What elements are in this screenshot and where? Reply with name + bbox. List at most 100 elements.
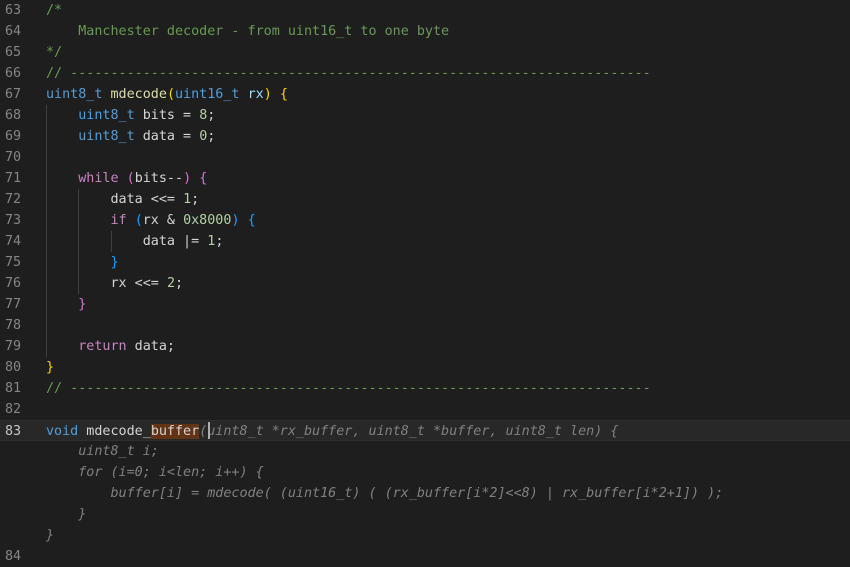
code-token: ) [231,213,240,228]
code-line[interactable]: 73 if (rx & 0x8000) { [0,210,850,231]
indent-guide [46,105,47,357]
line-number: 77 [5,297,22,312]
code-token: data = [134,129,200,144]
code-text[interactable]: // -------------------------------------… [46,378,651,399]
code-line[interactable]: 75 } [0,252,850,273]
code-token: { [247,213,256,228]
line-number: 74 [5,234,22,249]
code-token: 1 [183,192,192,207]
code-text[interactable]: // -------------------------------------… [46,63,651,84]
code-token: uint8_t [78,108,135,123]
code-line[interactable]: 79 return data; [0,336,850,357]
code-text[interactable]: void mdecode_buffer(uint8_t *rx_buffer, … [46,421,618,442]
code-text[interactable]: data <<= 1; [46,189,199,210]
code-token: { [199,171,208,186]
line-number: 70 [5,150,22,165]
code-token: bits-- [134,171,184,186]
code-text[interactable]: buffer[i] = mdecode( (uint16_t) ( (rx_bu… [46,483,723,504]
code-text[interactable]: /* [46,0,62,21]
code-token: } [46,507,87,522]
code-line[interactable]: 78 [0,315,850,336]
code-token: Manchester decoder - from uint16_t to on… [46,24,450,39]
code-token: data; [126,339,175,354]
code-line[interactable]: 64 Manchester decoder - from uint16_t to… [0,21,850,42]
code-text[interactable]: uint8_t data = 0; [46,126,215,147]
indent-guide [110,231,112,252]
code-line[interactable]: 63 /* [0,0,850,21]
code-line[interactable]: 66 // -----------------------------------… [0,63,850,84]
code-line[interactable]: 65 */ [0,42,850,63]
line-number: 71 [5,171,22,186]
code-token: uint8_t [46,87,103,102]
line-number: 80 [5,360,22,375]
code-line[interactable]: 70 [0,147,850,168]
code-text[interactable]: } [46,504,86,525]
code-line[interactable]: 72 data <<= 1; [0,189,850,210]
line-number: 68 [5,108,22,123]
code-editor[interactable]: 63 /* 64 Manchester decoder - from uint16_… [0,0,850,566]
code-token: uint8_t [78,129,135,144]
code-token: buffer[i] = mdecode( (uint16_t) ( (rx_bu… [46,486,724,501]
ghost-suggestion-line[interactable]: } [0,504,850,525]
code-line[interactable]: 83 void mdecode_buffer(uint8_t *rx_buffer… [0,420,850,441]
code-token: mdecode [110,87,167,102]
code-token: uint16_t [175,87,240,102]
line-number: 82 [5,402,22,417]
code-text[interactable]: uint8_t bits = 8; [46,105,215,126]
ghost-suggestion-line[interactable]: } [0,525,850,546]
code-line[interactable]: 80} [0,357,850,378]
line-number: 84 [5,549,22,564]
ghost-suggestion-line[interactable]: for (i=0; i<len; i++) { [0,462,850,483]
code-line[interactable]: 67 uint8_t mdecode(uint16_t rx) { [0,84,850,105]
code-token: 2 [166,276,175,291]
line-number: 63 [5,3,22,18]
code-text[interactable]: Manchester decoder - from uint16_t to on… [46,21,449,42]
ghost-suggestion-line[interactable]: uint8_t i; [0,441,850,462]
code-token: while [78,171,119,186]
line-number: 65 [5,45,22,60]
code-text[interactable]: uint8_t mdecode(uint16_t rx) { [46,84,288,105]
code-token: ; [191,192,200,207]
line-number: 67 [5,87,22,102]
code-text[interactable]: rx <<= 2; [46,273,183,294]
code-line[interactable]: 82 [0,399,850,420]
code-line[interactable]: 69 uint8_t data = 0; [0,126,850,147]
code-text[interactable]: } [46,252,119,273]
code-token: rx <<= [46,276,167,291]
code-line[interactable]: 81 // -----------------------------------… [0,378,850,399]
code-line[interactable]: 71 while (bits--) { [0,168,850,189]
code-text[interactable]: for (i=0; i<len; i++) { [46,462,263,483]
code-text[interactable]: data |= 1; [46,231,224,252]
code-text[interactable]: uint8_t i; [46,441,159,462]
code-text[interactable]: while (bits--) { [46,168,207,189]
code-line[interactable]: 84 [0,546,850,567]
code-token: void [46,424,79,439]
code-text[interactable]: } [46,357,54,378]
code-token: 0x8000 [183,213,232,228]
line-number: 72 [5,192,22,207]
line-number: 66 [5,66,22,81]
code-token: ; [207,129,216,144]
code-text[interactable]: */ [46,42,62,63]
code-token: ( [126,171,135,186]
code-line[interactable]: 76 rx <<= 2; [0,273,850,294]
line-number: 75 [5,255,22,270]
code-text[interactable]: return data; [46,336,175,357]
code-line[interactable]: 77 } [0,294,850,315]
code-line[interactable]: 74 data |= 1; [0,231,850,252]
code-text[interactable]: } [46,525,54,546]
code-line[interactable]: 68 uint8_t bits = 8; [0,105,850,126]
code-text[interactable]: } [46,294,86,315]
line-number: 64 [5,24,22,39]
ghost-suggestion-line[interactable]: buffer[i] = mdecode( (uint16_t) ( (rx_bu… [0,483,850,504]
code-token: // -------------------------------------… [46,66,651,81]
line-number: 79 [5,339,22,354]
code-token: // -------------------------------------… [46,381,651,396]
